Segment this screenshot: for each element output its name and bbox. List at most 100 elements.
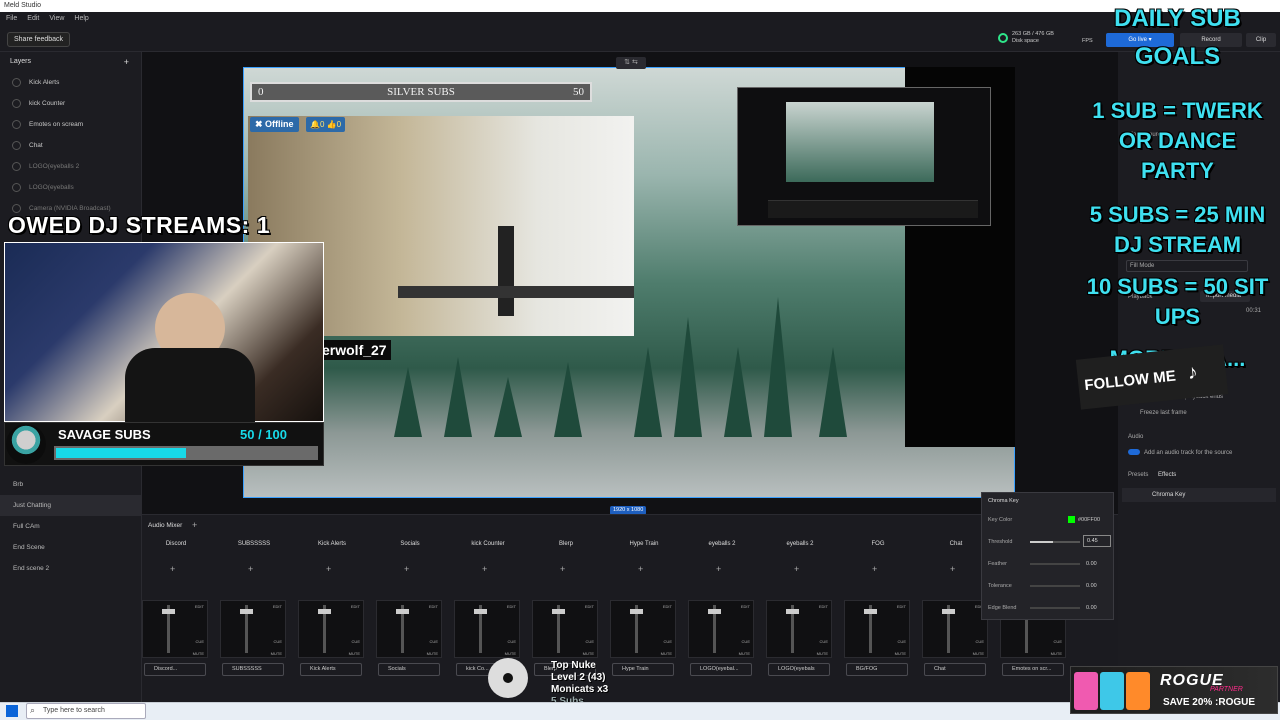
fader-handle[interactable]: [474, 609, 487, 614]
mute-button[interactable]: MUTE: [1051, 651, 1062, 656]
menu-file[interactable]: File: [6, 12, 17, 26]
edit-button[interactable]: EDIT: [273, 604, 282, 609]
edit-button[interactable]: EDIT: [819, 604, 828, 609]
cue-button[interactable]: CUE: [898, 639, 906, 644]
fader-handle[interactable]: [708, 609, 721, 614]
mute-button[interactable]: MUTE: [583, 651, 594, 656]
fader-handle[interactable]: [552, 609, 565, 614]
edit-button[interactable]: EDIT: [507, 604, 516, 609]
channel-source-select[interactable]: Socials: [378, 663, 440, 676]
menu-view[interactable]: View: [49, 12, 64, 26]
fader-handle[interactable]: [396, 609, 409, 614]
add-audio-icon[interactable]: +: [192, 520, 197, 530]
mute-button[interactable]: MUTE: [271, 651, 282, 656]
channel-name[interactable]: Kick Alerts: [296, 538, 368, 550]
fader-handle[interactable]: [240, 609, 253, 614]
edit-button[interactable]: EDIT: [351, 604, 360, 609]
fader-handle[interactable]: [318, 609, 331, 614]
add-filter-icon[interactable]: +: [482, 564, 487, 574]
scene-item[interactable]: End scene 2: [0, 558, 142, 579]
presets-tab[interactable]: Presets: [1128, 472, 1148, 478]
threshold-value[interactable]: 0.45: [1083, 535, 1111, 547]
layer-item[interactable]: LOGO(eyeballs: [0, 177, 141, 198]
channel-name[interactable]: eyeballs 2: [686, 538, 758, 550]
cue-button[interactable]: CUE: [976, 639, 984, 644]
channel-name[interactable]: Discord: [140, 538, 212, 550]
edit-button[interactable]: EDIT: [663, 604, 672, 609]
add-filter-icon[interactable]: +: [404, 564, 409, 574]
key-color-swatch[interactable]: [1068, 516, 1075, 523]
scene-item[interactable]: End Scene: [0, 537, 142, 558]
add-filter-icon[interactable]: +: [950, 564, 955, 574]
cue-button[interactable]: CUE: [1054, 639, 1062, 644]
mute-button[interactable]: MUTE: [505, 651, 516, 656]
channel-name[interactable]: eyeballs 2: [764, 538, 836, 550]
scene-item[interactable]: Full CAm: [0, 516, 142, 537]
channel-name[interactable]: Hype Train: [608, 538, 680, 550]
add-filter-icon[interactable]: +: [248, 564, 253, 574]
windows-start-icon[interactable]: [6, 705, 18, 717]
taskbar-search[interactable]: Type here to search: [26, 703, 146, 719]
add-filter-icon[interactable]: +: [560, 564, 565, 574]
fader-handle[interactable]: [942, 609, 955, 614]
threshold-slider[interactable]: [1030, 541, 1080, 543]
cue-button[interactable]: CUE: [196, 639, 204, 644]
mute-button[interactable]: MUTE: [895, 651, 906, 656]
channel-source-select[interactable]: Emotes on scr...: [1002, 663, 1064, 676]
layer-item[interactable]: LOGO(eyeballs 2: [0, 156, 141, 177]
fader-handle[interactable]: [162, 609, 175, 614]
add-filter-icon[interactable]: +: [170, 564, 175, 574]
cue-button[interactable]: CUE: [664, 639, 672, 644]
mute-button[interactable]: MUTE: [661, 651, 672, 656]
mute-button[interactable]: MUTE: [427, 651, 438, 656]
cue-button[interactable]: CUE: [430, 639, 438, 644]
edge-blend-slider[interactable]: [1030, 607, 1080, 609]
add-layer-icon[interactable]: +: [124, 52, 129, 72]
effects-tab[interactable]: Effects: [1158, 472, 1176, 478]
mute-button[interactable]: MUTE: [193, 651, 204, 656]
channel-source-select[interactable]: SUBSSSSS: [222, 663, 284, 676]
channel-source-select[interactable]: Chat: [924, 663, 986, 676]
tolerance-slider[interactable]: [1030, 585, 1080, 587]
cue-button[interactable]: CUE: [820, 639, 828, 644]
channel-source-select[interactable]: BG/FOG: [846, 663, 908, 676]
audio-toggle[interactable]: [1128, 449, 1140, 455]
mute-button[interactable]: MUTE: [739, 651, 750, 656]
channel-source-select[interactable]: LOGO(eyebals: [768, 663, 830, 676]
cue-button[interactable]: CUE: [274, 639, 282, 644]
fader-handle[interactable]: [630, 609, 643, 614]
channel-name[interactable]: Blerp: [530, 538, 602, 550]
menu-help[interactable]: Help: [74, 12, 88, 26]
edit-button[interactable]: EDIT: [195, 604, 204, 609]
stage-toolbar-icon[interactable]: ⇅ ⇆: [616, 57, 646, 69]
edit-button[interactable]: EDIT: [585, 604, 594, 609]
edit-button[interactable]: EDIT: [897, 604, 906, 609]
channel-name[interactable]: kick Counter: [452, 538, 524, 550]
mute-button[interactable]: MUTE: [349, 651, 360, 656]
channel-source-select[interactable]: LOGO(eyebal...: [690, 663, 752, 676]
fader-handle[interactable]: [786, 609, 799, 614]
channel-source-select[interactable]: Hype Train: [612, 663, 674, 676]
feather-slider[interactable]: [1030, 563, 1080, 565]
scene-item-active[interactable]: Just Chatting: [0, 495, 142, 516]
layer-item[interactable]: Kick Alerts: [0, 72, 141, 93]
effect-item[interactable]: Chroma Key: [1122, 488, 1276, 502]
channel-source-select[interactable]: Kick Alerts: [300, 663, 362, 676]
layer-item[interactable]: Emotes on scream: [0, 114, 141, 135]
edit-button[interactable]: EDIT: [741, 604, 750, 609]
cue-button[interactable]: CUE: [586, 639, 594, 644]
add-filter-icon[interactable]: +: [872, 564, 877, 574]
mute-button[interactable]: MUTE: [817, 651, 828, 656]
fader-handle[interactable]: [864, 609, 877, 614]
add-filter-icon[interactable]: +: [794, 564, 799, 574]
freeze-frame-option[interactable]: Freeze last frame: [1140, 410, 1187, 416]
channel-name[interactable]: Socials: [374, 538, 446, 550]
cue-button[interactable]: CUE: [508, 639, 516, 644]
layer-item[interactable]: Chat: [0, 135, 141, 156]
share-feedback-button[interactable]: Share feedback: [7, 32, 71, 47]
add-filter-icon[interactable]: +: [638, 564, 643, 574]
channel-source-select[interactable]: Discord...: [144, 663, 206, 676]
edit-button[interactable]: EDIT: [429, 604, 438, 609]
channel-name[interactable]: FOG: [842, 538, 914, 550]
add-filter-icon[interactable]: +: [326, 564, 331, 574]
